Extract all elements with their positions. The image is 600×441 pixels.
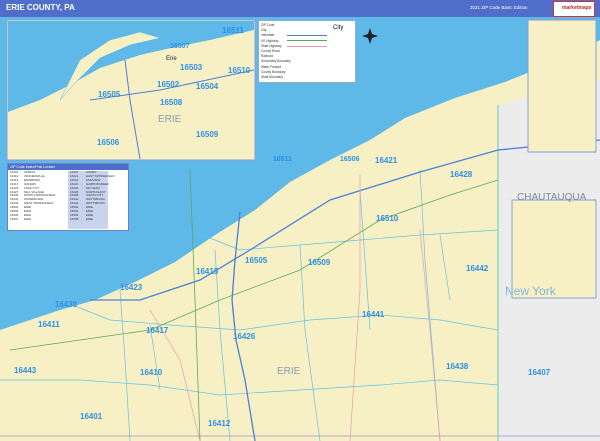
inset-county-label: ERIE: [158, 114, 182, 125]
zip-label: 16506: [340, 156, 360, 163]
zip-label: 16423: [120, 283, 143, 292]
legend-row: Secondary Boundary: [261, 59, 291, 64]
map-legend: ZIP Code City Interstate US Highway Stat…: [258, 20, 356, 83]
inset-right-top-frame: [527, 19, 597, 153]
zip-label: 16415: [196, 267, 219, 276]
legend-swatch-road: [287, 46, 327, 47]
inset-zip-label: 16504: [196, 82, 219, 91]
zip-label: 16511: [273, 156, 293, 163]
zip-label: 16510: [376, 214, 399, 223]
zip-label: 16442: [466, 264, 489, 273]
page-title: ERIE COUNTY, PA: [6, 3, 75, 12]
state-label: New York: [505, 284, 556, 298]
inset-zip-label: 16510: [228, 66, 251, 75]
legend-swatch-interstate: [287, 35, 327, 36]
neighbor-county-label: CHAUTAUQUA: [517, 192, 587, 203]
zip-label: 16410: [140, 368, 163, 377]
zip-label: 16428: [450, 170, 473, 179]
publisher-logo: marketmaps: [553, 1, 595, 17]
zip-label: 16426: [233, 332, 256, 341]
zip-label: 16412: [208, 419, 231, 428]
table-column-zip-b: 16407 16411 16415 16421 16426 16428 1643…: [70, 170, 79, 221]
inset-zip-label: 16511: [222, 26, 244, 35]
legend-row: State Boundary: [261, 75, 283, 80]
legend-swatch-highway: [287, 40, 327, 41]
zip-label: 16430: [55, 300, 78, 309]
inset-zip-label: 16509: [196, 130, 219, 139]
edition-label: 2021 ZIP Code Basic Edition: [470, 5, 528, 10]
inset-city-label: Erie: [166, 56, 177, 62]
zip-label: 16509: [308, 258, 331, 267]
legend-city-label: City: [333, 25, 344, 31]
zip-label: 16421: [375, 156, 398, 165]
zip-label: 16407: [528, 368, 551, 377]
zip-label: 16401: [80, 412, 103, 421]
zip-label: 16411: [38, 320, 60, 329]
table-column-zip-a: 16401 16410 16412 16417 16423 16427 1643…: [10, 170, 19, 221]
table-column-city-b: CORRY EAST SPRINGFIELD FAIRVIEW HARBORCR…: [86, 170, 115, 221]
zip-label: 16505: [245, 256, 268, 265]
header-bar: ERIE COUNTY, PA 2021 ZIP Code Basic Edit…: [0, 0, 600, 17]
zip-label: 16441: [362, 310, 385, 319]
inset-zip-label: 16506: [97, 138, 120, 147]
inset-zip-label: 16505: [98, 90, 121, 99]
table-column-city-a: ALBION CRANESVILLE EDINBORO GIRARD LAKE …: [24, 170, 56, 221]
inset-zip-label: 16508: [160, 98, 183, 107]
inset-zip-label: 16502: [157, 80, 180, 89]
zip-index-title: ZIP Code Index/Post Locator: [10, 165, 55, 169]
zip-label: 16417: [146, 326, 169, 335]
legend-rows: ZIP Code City Interstate US Highway Stat…: [261, 23, 291, 80]
county-label: ERIE: [277, 366, 301, 377]
zip-index-table: ZIP Code Index/Post Locator 16401 16410 …: [7, 163, 129, 231]
inset-zip-label: 16507: [170, 43, 190, 50]
zip-label: 16438: [446, 362, 469, 371]
zip-label: 16443: [14, 366, 37, 375]
map-frame: ERIE COUNTY, PA 2021 ZIP Code Basic Edit…: [0, 0, 600, 441]
logo-text: marketmaps: [562, 5, 592, 11]
inset-zip-label: 16503: [180, 63, 203, 72]
